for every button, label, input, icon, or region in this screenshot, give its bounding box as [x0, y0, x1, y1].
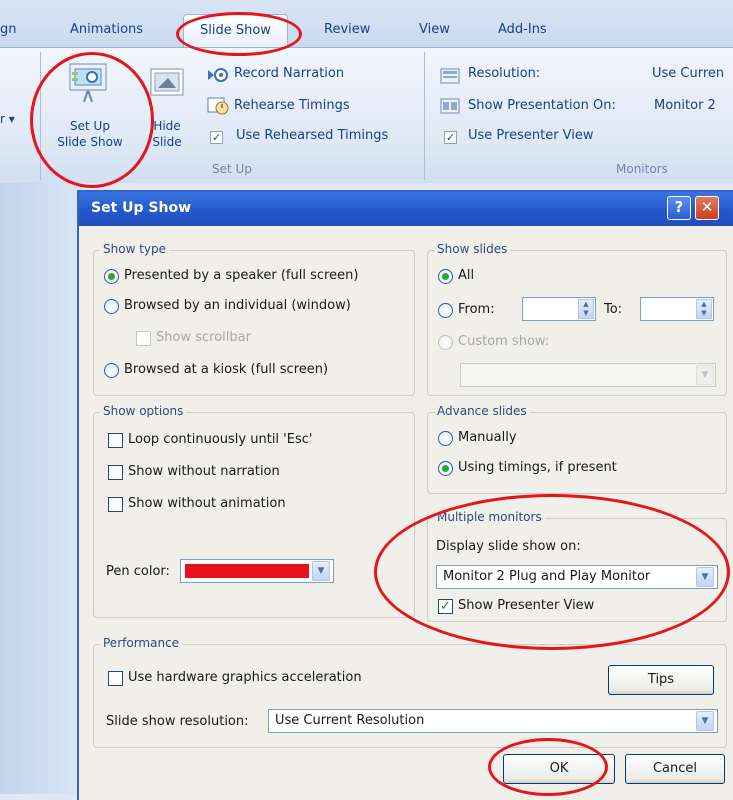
pen-color-swatch: [185, 564, 309, 578]
show-scrollbar-checkbox[interactable]: [136, 331, 151, 346]
resolution-label: Resolution:: [468, 66, 541, 81]
resolution-icon: [440, 68, 460, 84]
from-spinner[interactable]: ▲ ▼: [578, 299, 594, 319]
multiple-monitors-legend: Multiple monitors: [434, 510, 545, 524]
ribbon: gn Animations Slide Show Review View Add…: [0, 0, 733, 183]
close-button[interactable]: ✕: [695, 196, 719, 220]
all-slides-label[interactable]: All: [458, 268, 474, 283]
show-options-legend: Show options: [100, 404, 187, 418]
rehearse-timings-icon[interactable]: [206, 96, 230, 116]
ok-button[interactable]: OK: [503, 754, 615, 784]
record-narration-button[interactable]: Record Narration: [234, 66, 344, 81]
hide-slide-label-line1: Hide: [153, 119, 181, 133]
setup-slideshow-label[interactable]: Set Up Slide Show: [52, 118, 128, 150]
group-separator: [424, 52, 425, 180]
hardware-acceleration-label[interactable]: Use hardware graphics acceleration: [128, 670, 362, 685]
browsed-by-individual-radio[interactable]: [104, 299, 119, 314]
presented-by-speaker-label[interactable]: Presented by a speaker (full screen): [124, 268, 358, 283]
display-slideshow-on-dropdown-button[interactable]: ▼: [696, 567, 714, 587]
show-slides-legend: Show slides: [434, 242, 511, 256]
pen-color-label: Pen color:: [106, 564, 170, 579]
use-presenter-view-label: Use Presenter View: [468, 128, 594, 143]
show-slides-group: Show slides All From: ▲ ▼ To: ▲ ▼ Custom s…: [427, 242, 727, 396]
slideshow-resolution-select[interactable]: Use Current Resolution: [268, 709, 718, 733]
slideshow-resolution-dropdown-button[interactable]: ▼: [696, 711, 714, 731]
to-label: To:: [604, 302, 623, 317]
tab-design-partial[interactable]: gn: [0, 22, 17, 37]
tab-animations[interactable]: Animations: [70, 22, 143, 37]
show-options-group: Show options Loop continuously until 'Es…: [93, 404, 415, 618]
record-narration-icon[interactable]: [206, 66, 230, 84]
presented-by-speaker-radio[interactable]: [104, 269, 119, 284]
show-presenter-view-checkbox[interactable]: ✓: [438, 599, 453, 614]
use-rehearsed-timings-checkbox[interactable]: ✓: [210, 131, 223, 144]
setup-group-label: Set Up: [212, 162, 252, 176]
tab-review[interactable]: Review: [324, 22, 370, 37]
loop-continuously-label[interactable]: Loop continuously until 'Esc': [128, 432, 312, 447]
without-animation-checkbox[interactable]: [108, 497, 123, 512]
custom-show-dropdown-button[interactable]: ▼: [696, 365, 714, 385]
slideshow-resolution-label: Slide show resolution:: [106, 714, 249, 729]
help-button[interactable]: ?: [667, 196, 691, 220]
show-presentation-on-dropdown[interactable]: Monitor 2: [654, 98, 716, 113]
resolution-dropdown[interactable]: Use Curren: [652, 66, 724, 81]
custom-show-radio[interactable]: [438, 335, 453, 350]
previous-group-dropdown[interactable]: r ▾: [0, 112, 15, 126]
ribbon-tab-bar: gn Animations Slide Show Review View Add…: [0, 0, 733, 48]
tab-slide-show[interactable]: Slide Show: [183, 14, 288, 48]
browsed-at-kiosk-radio[interactable]: [104, 363, 119, 378]
manually-label[interactable]: Manually: [458, 430, 517, 445]
from-label[interactable]: From:: [458, 302, 495, 317]
to-spinner[interactable]: ▲ ▼: [696, 299, 712, 319]
setup-show-dialog: Set Up Show ? ✕ Show type Presented by a…: [77, 190, 733, 800]
without-narration-label[interactable]: Show without narration: [128, 464, 280, 479]
advance-slides-legend: Advance slides: [434, 404, 530, 418]
rehearse-timings-button[interactable]: Rehearse Timings: [234, 98, 350, 113]
browsed-by-individual-label[interactable]: Browsed by an individual (window): [124, 298, 351, 313]
show-type-legend: Show type: [100, 242, 169, 256]
display-slideshow-on-select[interactable]: Monitor 2 Plug and Play Monitor: [436, 565, 718, 589]
show-presentation-on-icon: [440, 98, 460, 114]
advance-slides-group: Advance slides Manually Using timings, i…: [427, 404, 727, 494]
loop-continuously-checkbox[interactable]: [108, 433, 123, 448]
manually-radio[interactable]: [438, 431, 453, 446]
without-animation-label[interactable]: Show without animation: [128, 496, 286, 511]
custom-show-select[interactable]: [460, 363, 716, 387]
browsed-at-kiosk-label[interactable]: Browsed at a kiosk (full screen): [124, 362, 328, 377]
performance-legend: Performance: [100, 636, 183, 650]
show-presenter-view-label[interactable]: Show Presenter View: [458, 598, 594, 613]
pen-color-picker[interactable]: [180, 559, 334, 583]
tips-button[interactable]: Tips: [608, 665, 714, 695]
tab-add-ins[interactable]: Add-Ins: [498, 22, 547, 37]
show-presentation-on-label: Show Presentation On:: [468, 98, 616, 113]
show-type-group: Show type Presented by a speaker (full s…: [93, 242, 415, 396]
cancel-button[interactable]: Cancel: [625, 754, 725, 784]
dialog-title-bar[interactable]: Set Up Show ? ✕: [79, 192, 733, 226]
display-slideshow-on-label: Display slide show on:: [436, 539, 581, 554]
tab-view[interactable]: View: [419, 22, 450, 37]
hide-slide-label[interactable]: Hide Slide: [144, 118, 190, 150]
from-slides-radio[interactable]: [438, 303, 453, 318]
setup-slideshow-icon[interactable]: [66, 62, 110, 104]
monitors-group-label: Monitors: [616, 162, 668, 176]
setup-slideshow-label-line2: Slide Show: [57, 135, 123, 149]
using-timings-label[interactable]: Using timings, if present: [458, 460, 617, 475]
setup-slideshow-label-line1: Set Up: [70, 119, 110, 133]
performance-group: Performance Use hardware graphics accele…: [93, 636, 727, 748]
hide-slide-label-line2: Slide: [152, 135, 182, 149]
pen-color-dropdown-button[interactable]: ▼: [312, 561, 330, 581]
use-presenter-view-checkbox[interactable]: ✓: [444, 131, 457, 144]
slide-pane-background: [0, 183, 77, 794]
group-separator: [40, 52, 41, 180]
use-rehearsed-timings-label: Use Rehearsed Timings: [236, 128, 389, 143]
dialog-title: Set Up Show: [91, 200, 192, 216]
using-timings-radio[interactable]: [438, 461, 453, 476]
custom-show-label: Custom show:: [458, 334, 550, 349]
hardware-acceleration-checkbox[interactable]: [108, 671, 123, 686]
multiple-monitors-group: Multiple monitors Display slide show on:…: [427, 510, 727, 622]
hide-slide-icon[interactable]: [150, 68, 184, 96]
show-scrollbar-label: Show scrollbar: [156, 330, 251, 345]
without-narration-checkbox[interactable]: [108, 465, 123, 480]
all-slides-radio[interactable]: [438, 269, 453, 284]
